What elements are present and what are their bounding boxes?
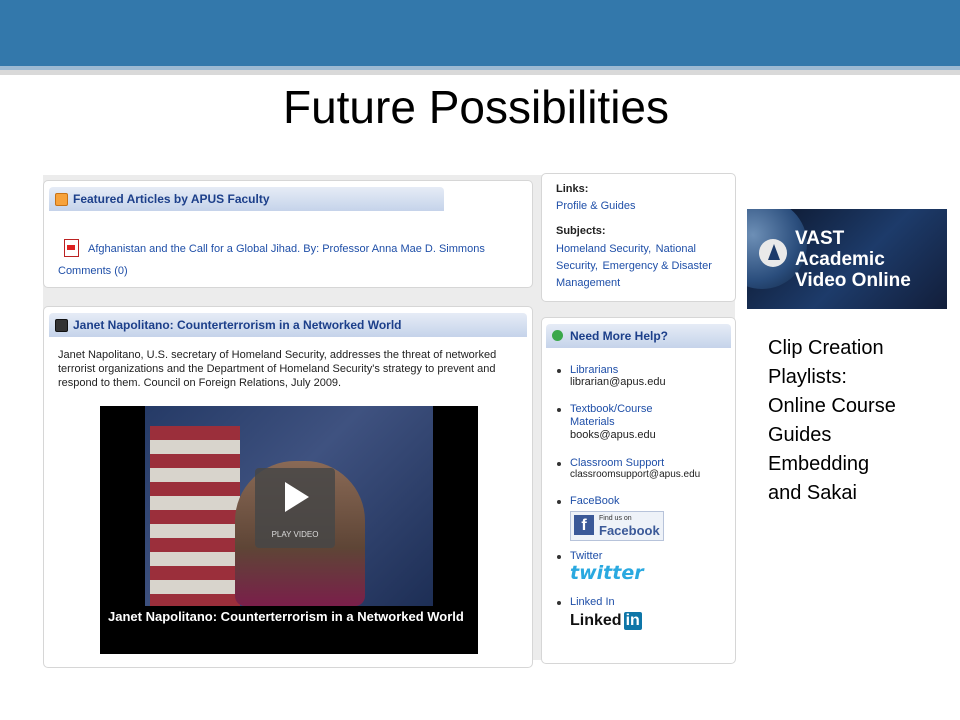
subject-link-homeland-security[interactable]: Homeland Security [556, 243, 648, 255]
play-icon [285, 482, 309, 512]
video-panel-header: Janet Napolitano: Counterterrorism in a … [49, 313, 527, 337]
subject-separator: , [594, 260, 598, 272]
help-item-classroom-support: Classroom Support classroomsupport@apus.… [557, 457, 732, 480]
linkedin-link[interactable]: Linked In [570, 596, 727, 608]
side-list-item: Playlists: [768, 366, 847, 388]
links-label: Links: [556, 183, 589, 195]
flag-image [150, 426, 240, 606]
profile-guides-link[interactable]: Profile & Guides [556, 200, 635, 212]
video-panel-title: Janet Napolitano: Counterterrorism in a … [73, 318, 402, 332]
bullet [557, 601, 561, 605]
librarians-email: librarian@apus.edu [570, 376, 666, 388]
subjects-label: Subjects: [556, 225, 606, 237]
side-list-item: Embedding [768, 453, 870, 475]
linkedin-in-box: in [623, 612, 642, 630]
slide-title: Future Possibilities [282, 81, 670, 133]
classroom-support-link[interactable]: Classroom Support [570, 457, 732, 469]
library-page-screenshot: Featured Articles by APUS Faculty Afghan… [43, 173, 736, 668]
featured-article-link[interactable]: Afghanistan and the Call for a Global Ji… [88, 243, 528, 255]
play-video-label: PLAY VIDEO [271, 530, 319, 539]
pdf-icon [64, 239, 79, 257]
side-list-item: Guides [768, 424, 832, 446]
featured-articles-header: Featured Articles by APUS Faculty [49, 187, 444, 211]
play-video-button[interactable]: PLAY VIDEO [255, 468, 335, 548]
links-panel: Links: Profile & Guides Subjects: Homela… [541, 173, 736, 302]
help-panel-title: Need More Help? [570, 329, 669, 343]
help-panel-header: Need More Help? [546, 324, 731, 348]
help-item-textbook: Textbook/Course Materials books@apus.edu [557, 403, 677, 441]
vast-emblem-icon [759, 239, 787, 267]
twitter-logo[interactable]: twitter [570, 562, 644, 584]
video-description: Janet Napolitano, U.S. secretary of Home… [58, 349, 497, 389]
textbook-link[interactable]: Textbook/Course Materials [570, 403, 677, 429]
twitter-link[interactable]: Twitter [570, 550, 727, 562]
comments-link[interactable]: Comments (0) [58, 265, 128, 277]
bullet [557, 462, 561, 466]
help-item-linkedin: Linked In [557, 596, 727, 608]
vast-line3: Video Online [795, 270, 911, 291]
video-panel: Janet Napolitano: Counterterrorism in a … [43, 306, 533, 668]
librarians-link[interactable]: Librarians [570, 364, 727, 376]
featured-articles-panel: Featured Articles by APUS Faculty Afghan… [43, 180, 533, 288]
vast-line2: Academic [795, 249, 885, 270]
subject-separator: , [648, 243, 652, 255]
side-list-item: and Sakai [768, 482, 857, 504]
facebook-link[interactable]: FaceBook [570, 495, 727, 507]
vast-logo-image: VAST Academic Video Online [747, 209, 947, 309]
linkedin-logo[interactable]: Linked in [570, 612, 642, 630]
bullet [557, 500, 561, 504]
rss-icon [55, 193, 68, 206]
side-list-item: Clip Creation [768, 337, 884, 359]
help-item-twitter: Twitter [557, 550, 727, 562]
video-caption: Janet Napolitano: Counterterrorism in a … [108, 609, 464, 624]
facebook-badge-small: Find us on [599, 515, 632, 522]
featured-articles-title: Featured Articles by APUS Faculty [73, 192, 270, 206]
bullet [557, 369, 561, 373]
bullet [557, 555, 561, 559]
slide-header-bar [0, 0, 960, 66]
facebook-badge-big: Facebook [599, 523, 660, 538]
help-panel: Need More Help? Librarians librarian@apu… [541, 317, 736, 664]
textbook-email: books@apus.edu [570, 429, 656, 441]
video-player[interactable]: PLAY VIDEO Janet Napolitano: Counterterr… [100, 406, 478, 654]
classroom-support-email: classroomsupport@apus.edu [570, 469, 701, 480]
side-list-item: Online Course [768, 395, 896, 417]
subject-links: Homeland Security, National Security, Em… [556, 240, 726, 291]
help-item-librarians: Librarians librarian@apus.edu [557, 364, 727, 388]
facebook-icon: f [574, 515, 594, 535]
linkedin-word: Linked [570, 612, 622, 629]
side-feature-list: Clip Creation Playlists: Online Course G… [768, 334, 958, 508]
help-item-facebook: FaceBook [557, 495, 727, 507]
video-icon [55, 319, 68, 332]
globe-icon [552, 330, 563, 341]
bullet [557, 408, 561, 412]
slide-header-divider [0, 70, 960, 75]
facebook-badge[interactable]: f Find us on Facebook [570, 511, 664, 541]
vast-line1: VAST [795, 228, 845, 249]
